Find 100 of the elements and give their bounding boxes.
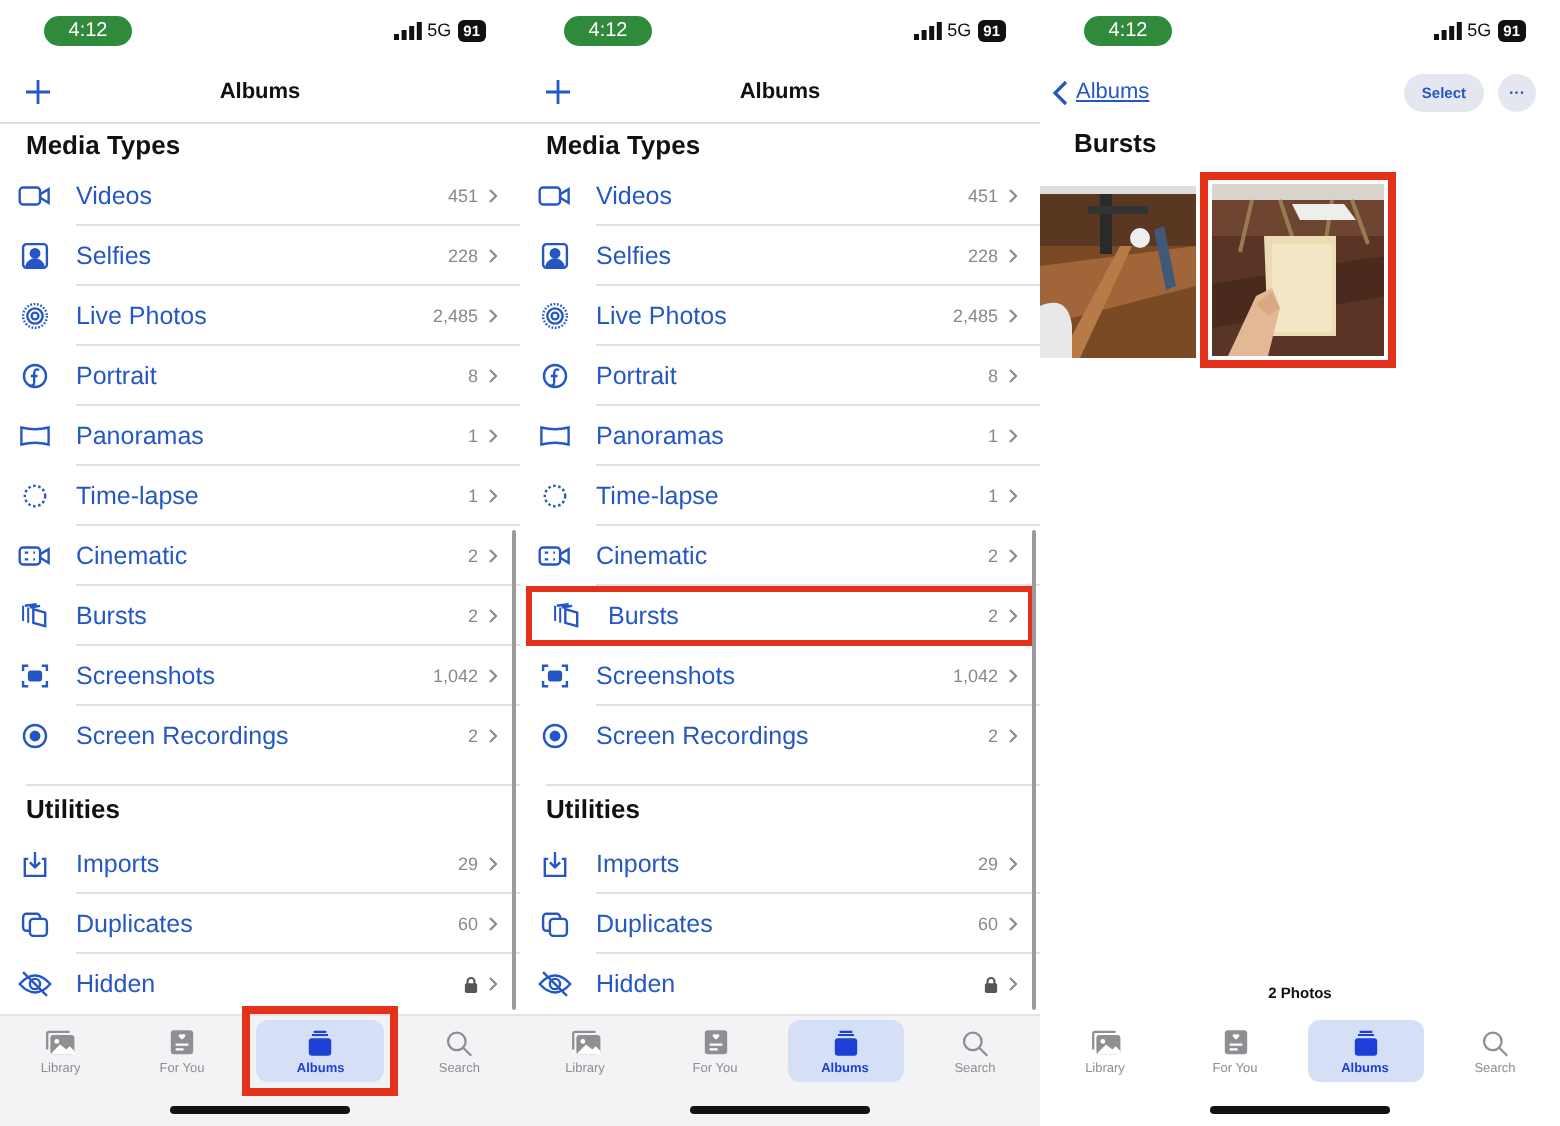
item-count: 2 xyxy=(467,545,478,565)
album-stack-icon xyxy=(829,1027,861,1057)
section-heading: Utilities xyxy=(546,792,642,828)
video-camera-icon xyxy=(18,182,52,210)
chevron-right-icon xyxy=(488,607,498,623)
album-link[interactable]: Portrait xyxy=(76,361,157,389)
item-count: 2 xyxy=(467,726,478,746)
chevron-right-icon xyxy=(1008,427,1018,443)
section-heading: Utilities xyxy=(26,792,122,828)
item-count: 1 xyxy=(987,485,998,505)
album-link[interactable]: Panoramas xyxy=(596,421,724,449)
item-count: 8 xyxy=(987,365,998,385)
aperture-icon xyxy=(18,362,52,390)
stacked-frames-icon xyxy=(550,602,584,630)
card-icon xyxy=(166,1027,198,1057)
album-link[interactable]: Bursts xyxy=(76,601,147,629)
dotted-circle-icon xyxy=(18,482,52,510)
plus-icon xyxy=(24,77,52,105)
chevron-right-icon xyxy=(488,667,498,683)
chevron-right-icon xyxy=(1008,307,1018,323)
album-link[interactable]: Live Photos xyxy=(76,301,207,329)
album-link[interactable]: Screenshots xyxy=(596,661,735,689)
network-label: 5G xyxy=(1467,20,1492,40)
album-link[interactable]: Hidden xyxy=(76,970,156,998)
chevron-right-icon xyxy=(1008,855,1018,871)
album-stack-icon xyxy=(304,1027,337,1057)
item-count: 2 xyxy=(467,605,478,625)
album-link[interactable]: Live Photos xyxy=(596,301,727,329)
aperture-icon xyxy=(538,362,572,390)
status-time: 4:12 xyxy=(564,15,652,45)
chevron-right-icon xyxy=(1008,608,1018,624)
item-count: 228 xyxy=(967,245,998,265)
section-heading: Media Types xyxy=(24,128,183,164)
album-link[interactable]: Cinematic xyxy=(76,541,188,569)
album-link[interactable]: Duplicates xyxy=(596,909,713,937)
chevron-right-icon xyxy=(1008,487,1018,503)
album-link[interactable]: Videos xyxy=(596,181,672,209)
item-count: 2,485 xyxy=(952,305,998,325)
item-count: 29 xyxy=(457,853,478,873)
panorama-icon xyxy=(18,422,52,450)
photo-stack-icon xyxy=(569,1027,601,1057)
dotted-circle-icon xyxy=(538,482,572,510)
album-link[interactable]: Selfies xyxy=(76,241,152,269)
panorama-icon xyxy=(538,422,572,450)
album-link[interactable]: Time-lapse xyxy=(76,481,199,509)
album-link[interactable]: Cinematic xyxy=(596,541,708,569)
item-count: 2 xyxy=(987,545,998,565)
album-link[interactable]: Portrait xyxy=(596,361,677,389)
cinema-camera-icon xyxy=(18,542,52,570)
chevron-right-icon xyxy=(488,547,498,563)
album-link[interactable]: Imports xyxy=(76,849,160,877)
item-count: 451 xyxy=(447,185,478,205)
album-link[interactable]: Selfies xyxy=(596,241,672,269)
chevron-right-icon xyxy=(488,307,498,323)
album-link[interactable]: Videos xyxy=(76,181,152,209)
network-label: 5G xyxy=(427,20,452,40)
album-title: Bursts xyxy=(1072,126,1159,162)
chevron-right-icon xyxy=(488,487,498,503)
album-link[interactable]: Screenshots xyxy=(76,661,215,689)
album-link[interactable]: Duplicates xyxy=(76,909,193,937)
more-button[interactable]: ··· xyxy=(1498,73,1536,111)
chevron-right-icon xyxy=(488,855,498,871)
plus-icon xyxy=(544,77,572,105)
back-link[interactable]: Albums xyxy=(1052,79,1150,105)
section-heading: Media Types xyxy=(544,128,703,164)
album-link[interactable]: Time-lapse xyxy=(596,481,719,509)
status-time: 4:12 xyxy=(1084,15,1172,45)
signal-icon xyxy=(913,21,942,39)
screenshot-icon xyxy=(538,662,572,690)
tray-arrow-icon xyxy=(538,850,572,878)
item-count: 451 xyxy=(967,185,998,205)
chevron-right-icon xyxy=(1008,247,1018,263)
album-link[interactable]: Screen Recordings xyxy=(76,722,289,750)
cinema-camera-icon xyxy=(538,542,572,570)
nav-title: Albums xyxy=(737,79,823,103)
card-icon xyxy=(699,1027,731,1057)
album-link[interactable]: Panoramas xyxy=(76,421,204,449)
chevron-right-icon xyxy=(1008,547,1018,563)
chevron-right-icon xyxy=(1008,367,1018,383)
album-link[interactable]: Imports xyxy=(596,849,680,877)
album-link[interactable]: Bursts xyxy=(608,602,679,630)
album-link[interactable]: Hidden xyxy=(596,970,676,998)
item-count: 228 xyxy=(447,245,478,265)
tray-arrow-icon xyxy=(18,850,52,878)
item-count: 60 xyxy=(977,913,998,933)
item-count: 60 xyxy=(457,913,478,933)
card-icon xyxy=(1219,1027,1251,1057)
search-icon xyxy=(1479,1027,1511,1057)
album-link[interactable]: Screen Recordings xyxy=(596,722,809,750)
record-icon xyxy=(18,722,52,750)
chevron-right-icon xyxy=(1008,667,1018,683)
chevron-right-icon xyxy=(488,187,498,203)
screenshot-icon xyxy=(18,662,52,690)
item-count: 1 xyxy=(467,485,478,505)
overlapping-squares-icon xyxy=(538,910,572,938)
chevron-right-icon xyxy=(1008,187,1018,203)
stacked-frames-icon xyxy=(18,602,52,630)
nav-title: Albums xyxy=(217,79,303,103)
photo-stack-icon xyxy=(1089,1027,1121,1057)
chevron-left-icon xyxy=(1052,79,1068,105)
